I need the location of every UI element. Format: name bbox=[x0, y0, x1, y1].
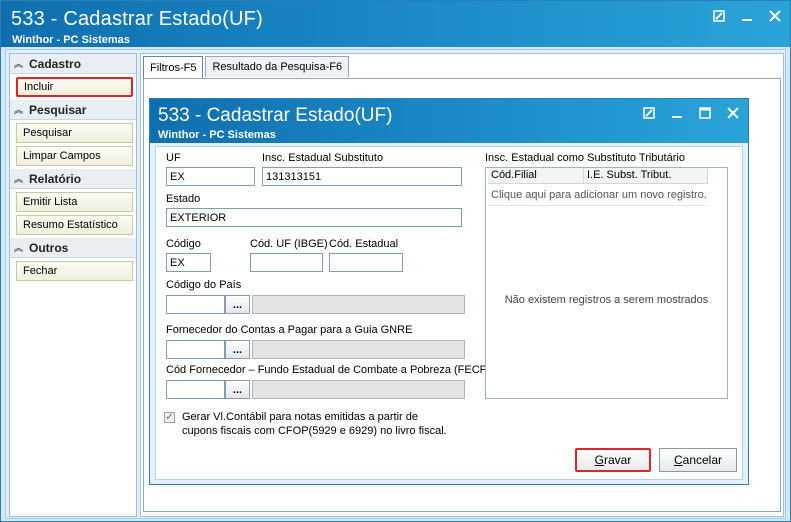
grid-col-cod-filial[interactable]: Cód.Filial bbox=[488, 168, 584, 183]
main-panel: Filtros-F5 Resultado da Pesquisa-F6 533 … bbox=[140, 53, 784, 517]
insc-estadual-label: Insc. Estadual Substituto bbox=[262, 152, 384, 164]
gravar-button[interactable]: Gravar bbox=[575, 448, 651, 472]
cadastro-dialog: 533 - Cadastrar Estado(UF) Winthor - PC … bbox=[149, 98, 749, 485]
sidebar-group-pesquisar[interactable]: ︽ Pesquisar bbox=[10, 100, 136, 120]
chevron-up-icon: ︽ bbox=[14, 174, 24, 184]
dialog-titlebar[interactable]: 533 - Cadastrar Estado(UF) Winthor - PC … bbox=[150, 99, 748, 143]
dialog-subtitle: Winthor - PC Sistemas bbox=[158, 129, 276, 141]
grid-title: Insc. Estadual como Substituto Tributári… bbox=[485, 152, 685, 164]
gerar-vl-contabil-label: Gerar Vl.Contábil para notas emitidas a … bbox=[182, 411, 447, 437]
window-subtitle: Winthor - PC Sistemas bbox=[12, 34, 130, 46]
chevron-up-icon: ︽ bbox=[14, 105, 24, 115]
sidebar-group-relatorio[interactable]: ︽ Relatório bbox=[10, 169, 136, 189]
estado-label: Estado bbox=[166, 193, 201, 205]
restore-icon[interactable] bbox=[642, 106, 656, 120]
dialog-title: 533 - Cadastrar Estado(UF) bbox=[158, 105, 393, 126]
window-title: 533 - Cadastrar Estado(UF) bbox=[11, 8, 263, 30]
insc-substituto-grid: Cód.Filial I.E. Subst. Tribut. Clique aq… bbox=[485, 167, 728, 399]
estado-input[interactable] bbox=[166, 208, 462, 227]
uf-input[interactable] bbox=[166, 167, 255, 186]
maximize-icon[interactable] bbox=[698, 106, 712, 120]
tab-resultado-pesquisa[interactable]: Resultado da Pesquisa-F6 bbox=[205, 56, 350, 77]
tab-strip: Filtros-F5 Resultado da Pesquisa-F6 bbox=[143, 56, 350, 78]
app-window: 533 - Cadastrar Estado(UF) Winthor - PC … bbox=[0, 0, 791, 522]
grid-header: Cód.Filial I.E. Subst. Tribut. bbox=[488, 168, 708, 184]
fornecedor-fecp-description bbox=[252, 380, 465, 399]
close-icon[interactable] bbox=[768, 9, 782, 23]
chevron-up-icon: ︽ bbox=[14, 243, 24, 253]
tab-filtros[interactable]: Filtros-F5 bbox=[143, 56, 204, 78]
sidebar-group-outros[interactable]: ︽ Outros bbox=[10, 238, 136, 258]
cod-pais-input[interactable] bbox=[166, 295, 225, 314]
codigo-input[interactable] bbox=[166, 253, 211, 272]
sidebar-item-pesquisar[interactable]: Pesquisar bbox=[16, 123, 133, 143]
fornecedor-fecp-input[interactable] bbox=[166, 380, 225, 399]
sidebar-group-cadastro[interactable]: ︽ Cadastro bbox=[10, 54, 136, 74]
grid-col-ie-subst[interactable]: I.E. Subst. Tribut. bbox=[584, 168, 708, 183]
sidebar: ︽ Cadastro Incluir ︽ Pesquisar Pesquisar L… bbox=[9, 53, 137, 517]
uf-label: UF bbox=[166, 152, 181, 164]
fornecedor-gnre-input[interactable] bbox=[166, 340, 225, 359]
cod-pais-description bbox=[252, 295, 465, 314]
chevron-up-icon: ︽ bbox=[14, 59, 24, 69]
restore-icon[interactable] bbox=[712, 9, 726, 23]
sidebar-item-limpar-campos[interactable]: Limpar Campos bbox=[16, 146, 133, 166]
dialog-body: UF Insc. Estadual Substituto Estado Códi… bbox=[155, 146, 743, 480]
cancelar-button[interactable]: Cancelar bbox=[659, 448, 737, 472]
sidebar-item-emitir-lista[interactable]: Emitir Lista bbox=[16, 192, 133, 212]
minimize-icon[interactable] bbox=[670, 106, 684, 120]
close-icon[interactable] bbox=[726, 106, 740, 120]
insc-estadual-input[interactable] bbox=[262, 167, 462, 186]
cod-pais-label: Código do País bbox=[166, 279, 242, 291]
gerar-vl-contabil-checkbox[interactable]: ✓ bbox=[164, 412, 175, 423]
grid-empty-message: Não existem registros a serem mostrados bbox=[504, 294, 709, 306]
fornecedor-fecp-label: Cód Fornecedor – Fundo Estadual de Comba… bbox=[166, 364, 491, 376]
cod-estadual-label: Cód. Estadual bbox=[329, 238, 399, 250]
codigo-label: Código bbox=[166, 238, 201, 250]
sidebar-item-incluir[interactable]: Incluir bbox=[16, 77, 133, 97]
window-titlebar[interactable]: 533 - Cadastrar Estado(UF) Winthor - PC … bbox=[1, 1, 790, 47]
fornecedor-gnre-description bbox=[252, 340, 465, 359]
tab-page-filtros: 533 - Cadastrar Estado(UF) Winthor - PC … bbox=[143, 78, 781, 512]
cod-uf-ibge-input[interactable] bbox=[250, 253, 323, 272]
sidebar-item-resumo-estatistico[interactable]: Resumo Estatístico bbox=[16, 215, 133, 235]
cod-estadual-input[interactable] bbox=[329, 253, 403, 272]
window-body: ︽ Cadastro Incluir ︽ Pesquisar Pesquisar L… bbox=[5, 49, 786, 519]
fornecedor-fecp-lookup-button[interactable]: ... bbox=[225, 380, 250, 399]
fornecedor-gnre-label: Fornecedor do Contas a Pagar para a Guia… bbox=[166, 324, 413, 336]
cod-pais-lookup-button[interactable]: ... bbox=[225, 295, 250, 314]
fornecedor-gnre-lookup-button[interactable]: ... bbox=[225, 340, 250, 359]
minimize-icon[interactable] bbox=[740, 9, 754, 23]
grid-add-row[interactable]: Clique aqui para adicionar um novo regis… bbox=[488, 184, 708, 206]
cod-uf-ibge-label: Cód. UF (IBGE) bbox=[250, 238, 328, 250]
sidebar-item-fechar[interactable]: Fechar bbox=[16, 261, 133, 281]
